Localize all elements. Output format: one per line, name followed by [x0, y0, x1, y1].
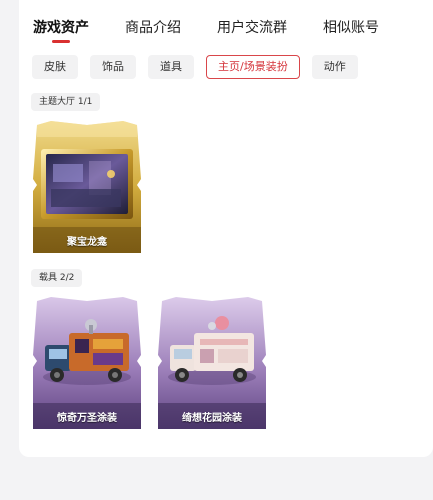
- tab-game-assets-label: 游戏资产: [33, 20, 89, 36]
- chip-props[interactable]: 道具: [148, 55, 194, 79]
- item-name-theme-lobby: 聚宝龙龛: [67, 237, 107, 248]
- section-label-theme-lobby: 主题大厅 1/1: [31, 93, 101, 111]
- tab-user-group[interactable]: 用户交流群: [217, 18, 287, 48]
- item-name-halloween-truck: 惊奇万圣涂装: [57, 413, 117, 424]
- item-name-garden-truck: 绮想花园涂装: [182, 413, 242, 424]
- tab-product-intro[interactable]: 商品介绍: [125, 18, 181, 48]
- section-label-vehicles: 载具 2/2: [31, 269, 83, 287]
- item-card-theme-lobby[interactable]: 聚宝龙龛: [31, 119, 143, 258]
- chip-accessories[interactable]: 饰品: [90, 55, 136, 79]
- tab-user-group-label: 用户交流群: [217, 20, 287, 36]
- game-assets-panel: 游戏资产 商品介绍 用户交流群 相似账号 皮肤 饰品 道具 主页/场景装扮 动作…: [19, 0, 433, 457]
- category-filter-bar: 皮肤 饰品 道具 主页/场景装扮 动作: [32, 55, 370, 79]
- chip-homepage-scene[interactable]: 主页/场景装扮: [206, 55, 300, 79]
- chip-actions[interactable]: 动作: [311, 55, 358, 79]
- tab-similar-accounts[interactable]: 相似账号: [323, 18, 379, 48]
- item-card-halloween-truck[interactable]: 惊奇万圣涂装: [31, 295, 143, 434]
- tab-product-intro-label: 商品介绍: [125, 20, 181, 36]
- top-tab-bar: 游戏资产 商品介绍 用户交流群 相似账号: [33, 18, 415, 48]
- tab-game-assets[interactable]: 游戏资产: [33, 18, 89, 48]
- item-card-garden-truck[interactable]: 绮想花园涂装: [156, 295, 268, 434]
- chip-skins[interactable]: 皮肤: [32, 55, 78, 79]
- tab-similar-accounts-label: 相似账号: [323, 20, 379, 36]
- active-tab-indicator: [52, 40, 70, 43]
